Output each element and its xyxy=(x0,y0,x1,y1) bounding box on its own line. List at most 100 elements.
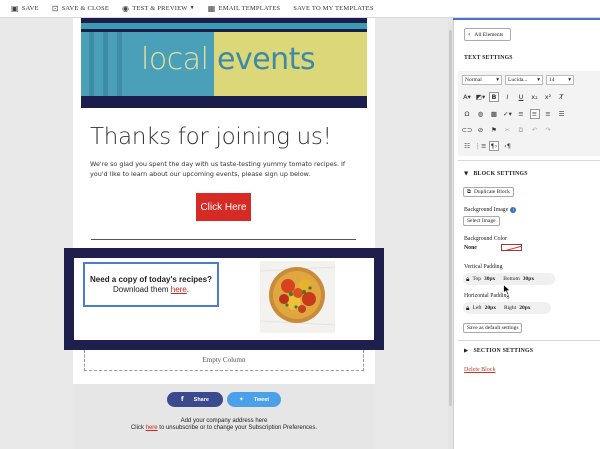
recipe-line-2-prefix: Download them xyxy=(112,284,171,294)
rte-row-2: A▾ ◩▾ B I U x₂ x² T̸ xyxy=(462,92,570,102)
email-templates-button[interactable]: ▦ EMAIL TEMPLATES xyxy=(207,3,280,13)
save-close-button[interactable]: ⊡ SAVE & CLOSE xyxy=(51,3,109,13)
ltr-icon[interactable]: ¶› xyxy=(489,141,499,151)
rtl-icon[interactable]: ‹¶ xyxy=(503,141,513,151)
select-image-button[interactable]: Select Image xyxy=(463,216,500,226)
background-image-text: Background Image xyxy=(464,207,509,213)
panel-accent-bar xyxy=(453,18,600,20)
block-settings-label: BLOCK SETTINGS xyxy=(473,171,528,177)
clear-format-icon[interactable]: T̸ xyxy=(557,92,567,102)
subscript-icon[interactable]: x₂ xyxy=(530,92,540,102)
align-right-icon[interactable]: ≡ xyxy=(543,109,553,119)
format-value: Normal xyxy=(465,77,482,83)
banner-word-events: events xyxy=(217,42,316,77)
bulleted-list-icon[interactable]: ☷ xyxy=(462,141,472,151)
bottom-label: Bottom xyxy=(503,276,520,282)
save-icon: ▣ xyxy=(11,3,19,13)
unsubscribe-suffix: to unsubscribe or to change your Subscri… xyxy=(157,425,318,431)
share-label: Share xyxy=(193,396,209,403)
no-color-slash xyxy=(502,245,521,250)
right-value[interactable]: 20px xyxy=(519,305,530,311)
recipe-text-box[interactable]: Need a copy of today's recipes? Download… xyxy=(83,262,219,307)
format-select[interactable]: Normal ▾ xyxy=(462,75,502,85)
banner-stripe xyxy=(81,23,367,29)
background-image-label: Background Image i xyxy=(464,207,517,213)
banner-image[interactable]: local events xyxy=(81,18,367,108)
italic-icon[interactable]: I xyxy=(503,92,513,102)
click-here-button[interactable]: Click Here xyxy=(196,193,251,221)
right-label: Right xyxy=(503,305,517,311)
panel-divider xyxy=(458,160,600,161)
text-color-icon[interactable]: A▾ xyxy=(462,92,472,102)
left-value[interactable]: 20px xyxy=(485,305,496,311)
email-heading[interactable]: Thanks for joining us! xyxy=(90,124,332,150)
background-color-value: None xyxy=(464,245,477,251)
rte-row-5: ☷ ⋮≡ ¶› ‹¶ xyxy=(462,141,516,151)
twitter-icon: ✦ xyxy=(238,396,244,403)
rte-row-4: ⊂⊃ ⊘ ⚑ ✂ ⧉ ↶ ↷ xyxy=(462,125,557,135)
globe-icon[interactable]: ◍ xyxy=(476,109,486,119)
unsubscribe-link[interactable]: here xyxy=(146,425,158,431)
unsubscribe-prefix: Click xyxy=(130,425,146,431)
align-left-icon[interactable]: ≡ xyxy=(516,109,526,119)
duplicate-block-button[interactable]: ⧉ Duplicate Block xyxy=(463,187,514,197)
recipe-link[interactable]: here xyxy=(171,285,187,294)
unsubscribe-text: Click here to unsubscribe or to change y… xyxy=(73,425,375,431)
unlink-icon[interactable]: ⊘ xyxy=(476,125,486,135)
info-icon[interactable]: i xyxy=(510,207,517,213)
font-select[interactable]: Lucida... ▾ xyxy=(505,75,543,85)
flag-icon[interactable]: ⚑ xyxy=(489,125,499,135)
top-value[interactable]: 30px xyxy=(484,276,495,282)
banner-bar xyxy=(117,32,122,96)
chevron-left-icon: ‹ xyxy=(468,31,471,38)
link-icon[interactable]: ⊂⊃ xyxy=(462,125,473,135)
templates-icon: ▦ xyxy=(207,3,216,13)
size-select[interactable]: 14 ▾ xyxy=(546,75,574,85)
highlight-color-icon[interactable]: ◩▾ xyxy=(476,92,486,102)
redo-icon[interactable]: ↷ xyxy=(543,125,553,135)
special-char-icon[interactable]: Ω xyxy=(462,109,472,119)
all-elements-label: All Elements xyxy=(474,31,504,38)
horizontal-padding-controls[interactable]: 🔒︎ Left 20px Right 20px xyxy=(463,302,551,314)
facebook-share-button[interactable]: f Share xyxy=(167,392,223,407)
chevron-down-icon: ▼ xyxy=(189,6,195,11)
test-preview-button[interactable]: ◉ TEST & PREVIEW ▼ xyxy=(122,4,195,13)
align-center-icon[interactable]: ≡ xyxy=(529,109,540,119)
delete-block-link[interactable]: Delete Block xyxy=(464,367,496,373)
email-intro-text[interactable]: We're so glad you spent the day with us … xyxy=(90,160,360,179)
bold-icon[interactable]: B xyxy=(489,92,499,102)
superscript-icon[interactable]: x² xyxy=(543,92,553,102)
cut-icon[interactable]: ✂ xyxy=(503,125,513,135)
justify-icon[interactable]: ☰ xyxy=(557,109,567,119)
all-elements-button[interactable]: ‹ All Elements xyxy=(464,28,511,41)
bottom-value[interactable]: 30px xyxy=(523,276,534,282)
test-preview-label: TEST & PREVIEW xyxy=(132,5,188,12)
tart-photo[interactable] xyxy=(260,261,335,333)
background-color-swatch[interactable] xyxy=(501,244,522,251)
block-settings-title[interactable]: ▼ BLOCK SETTINGS xyxy=(464,171,528,177)
recipe-line-2: Download them here. xyxy=(113,285,189,295)
canvas-scroll-thumb[interactable] xyxy=(449,30,452,406)
chevron-down-icon: ▾ xyxy=(537,77,540,83)
twitter-tweet-button[interactable]: ✦ Tweet xyxy=(227,392,281,407)
font-value: Lucida... xyxy=(508,77,528,83)
spellcheck-icon[interactable]: ✓▾ xyxy=(503,109,513,119)
numbered-list-icon[interactable]: ⋮≡ xyxy=(475,141,487,151)
lock-icon[interactable]: 🔒︎ xyxy=(466,275,469,284)
save-to-templates-button[interactable]: SAVE TO MY TEMPLATES xyxy=(293,5,373,12)
banner-bar xyxy=(103,32,108,96)
background-color-label: Background Color xyxy=(464,236,507,242)
duplicate-label: Duplicate Block xyxy=(473,189,510,195)
lock-icon[interactable]: 🔒︎ xyxy=(466,304,469,313)
save-default-settings-button[interactable]: Save as default settings xyxy=(463,323,523,333)
underline-icon[interactable]: U xyxy=(516,92,526,102)
save-button[interactable]: ▣ SAVE xyxy=(11,3,39,13)
copy-icon[interactable]: ⧉ xyxy=(516,125,526,135)
size-value: 14 xyxy=(549,77,555,83)
empty-column[interactable]: Empty Column xyxy=(84,350,364,371)
undo-icon[interactable]: ↶ xyxy=(530,125,540,135)
save-close-icon: ⊡ xyxy=(51,3,59,13)
section-settings-title[interactable]: ▶ SECTION SETTINGS xyxy=(464,348,533,354)
image-icon[interactable]: ▩ xyxy=(489,109,499,119)
tweet-label: Tweet xyxy=(253,396,270,403)
